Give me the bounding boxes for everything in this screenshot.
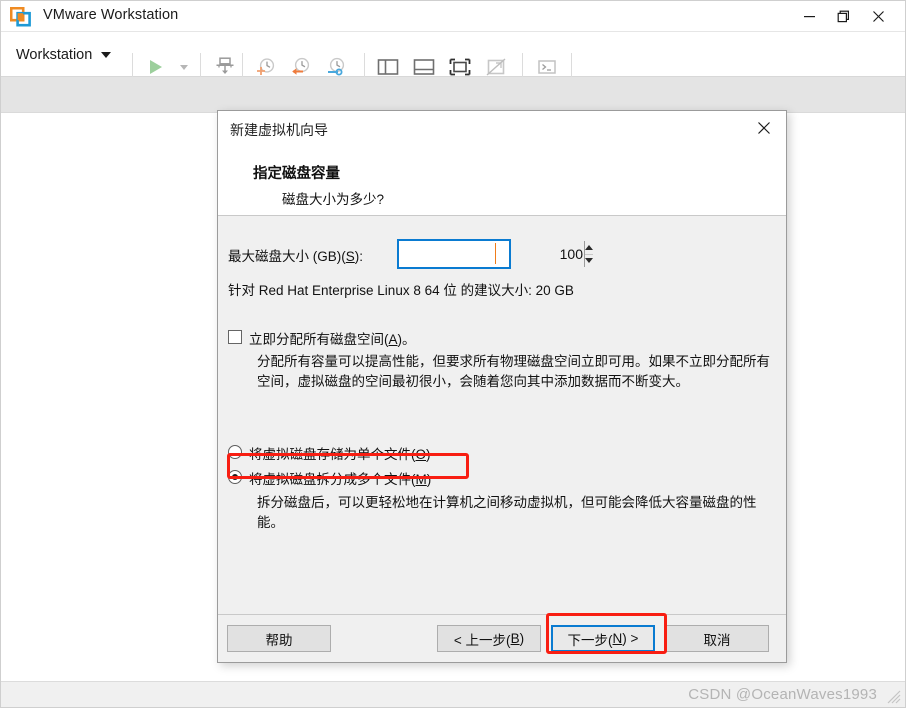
split-multiple-files-label: 将虚拟磁盘拆分成多个文件(M) <box>249 468 431 488</box>
max-disk-size-mnemonic: S <box>345 249 355 264</box>
console-icon <box>535 57 559 77</box>
cancel-button[interactable]: 取消 <box>665 625 769 652</box>
split-multiple-files-label-post: ) <box>426 472 432 487</box>
take-snapshot-icon <box>255 57 277 77</box>
next-button[interactable]: 下一步(N) > <box>551 625 655 652</box>
wizard-titlebar: 新建虚拟机向导 <box>218 111 786 145</box>
tab-band <box>1 77 905 113</box>
allocate-all-label: 立即分配所有磁盘空间(A)。 <box>249 328 416 348</box>
toolbar-separator <box>132 53 133 79</box>
next-label-pre: 下一步( <box>567 632 613 648</box>
show-thumbnail-bar-icon <box>412 57 436 77</box>
spinner-buttons <box>584 241 593 267</box>
max-disk-size-spinner[interactable] <box>397 239 593 269</box>
minimize-button[interactable] <box>792 1 826 31</box>
spinner-up-icon <box>585 244 593 250</box>
allocate-all-label-post: )。 <box>397 332 416 347</box>
show-library-icon <box>376 57 400 77</box>
minimize-icon <box>803 10 816 23</box>
main-toolbar: Workstation <box>1 32 905 79</box>
workstation-menu-label: Workstation <box>16 47 93 63</box>
toolbar-separator <box>242 53 243 79</box>
wizard-title: 新建虚拟机向导 <box>230 122 328 138</box>
wizard-heading: 指定磁盘容量 <box>253 166 340 182</box>
power-dropdown-caret-icon <box>180 64 188 70</box>
spinner-up-button[interactable] <box>585 241 593 255</box>
split-multiple-files-radio[interactable] <box>228 470 242 484</box>
restore-icon <box>837 10 850 23</box>
wizard-subheading: 磁盘大小为多少? <box>282 192 385 207</box>
revert-snapshot-icon <box>290 57 312 77</box>
allocate-all-description: 分配所有容量可以提高性能，但要求所有物理磁盘空间立即可用。如果不立即分配所有空间… <box>257 354 770 389</box>
toolbar-separator <box>364 53 365 79</box>
resize-grip-icon[interactable] <box>887 690 901 704</box>
maximize-restore-button[interactable] <box>826 1 860 31</box>
vmware-workstation-window: VMware Workstation Workstation CSDN @Oce… <box>0 0 906 708</box>
back-button[interactable]: < 上一步(B) <box>437 625 541 652</box>
max-disk-size-label-post: ): <box>354 249 364 264</box>
toolbar-separator <box>522 53 523 79</box>
split-multiple-files-mnemonic: M <box>415 472 427 487</box>
max-disk-size-row: 最大磁盘大小 (GB)(S): <box>228 239 768 269</box>
wizard-close-button[interactable] <box>742 111 786 145</box>
close-button[interactable] <box>861 1 895 31</box>
new-virtual-machine-wizard-dialog: 新建虚拟机向导 指定磁盘容量 磁盘大小为多少? 最大磁盘大小 (GB)(S): <box>217 110 787 663</box>
split-multiple-files-label-pre: 将虚拟磁盘拆分成多个文件( <box>249 472 416 487</box>
store-single-file-label-post: ) <box>426 447 431 462</box>
split-files-description: 拆分磁盘后，可以更轻松地在计算机之间移动虚拟机，但可能会降低大容量磁盘的性能。 <box>257 495 757 530</box>
power-on-icon <box>146 58 166 76</box>
recommended-size-text: 针对 Red Hat Enterprise Linux 8 64 位 的建议大小… <box>228 283 574 298</box>
spinner-down-icon <box>585 258 593 264</box>
max-disk-size-label-pre: 最大磁盘大小 (GB)( <box>228 249 346 264</box>
store-single-file-label: 将虚拟磁盘存储为单个文件(O) <box>249 443 431 463</box>
watermark-text: CSDN @OceanWaves1993 <box>688 686 877 703</box>
back-label-post: ) <box>519 631 525 646</box>
manage-vm-icon <box>214 57 236 77</box>
workstation-menu-button[interactable]: Workstation <box>12 43 115 67</box>
store-single-file-label-pre: 将虚拟磁盘存储为单个文件( <box>249 447 416 462</box>
status-bar: CSDN @OceanWaves1993 <box>1 681 905 707</box>
next-label-post: ) > <box>622 631 639 646</box>
allocate-all-checkbox[interactable] <box>228 330 242 344</box>
store-single-file-radio[interactable] <box>228 445 242 459</box>
allocate-all-mnemonic: A <box>388 332 398 347</box>
unity-mode-icon <box>484 57 508 77</box>
close-icon <box>872 10 885 23</box>
vmware-logo-icon <box>10 7 31 27</box>
toolbar-separator <box>571 53 572 79</box>
window-titlebar: VMware Workstation <box>1 1 905 32</box>
snapshot-manager-icon <box>325 57 347 77</box>
store-single-file-mnemonic: O <box>415 447 427 462</box>
max-disk-size-input[interactable] <box>399 241 584 267</box>
wizard-footer: 帮助 < 上一步(B) 下一步(N) > 取消 <box>218 614 786 662</box>
spinner-down-button[interactable] <box>585 254 593 267</box>
close-icon <box>757 121 771 135</box>
full-screen-icon <box>448 57 472 77</box>
text-cursor <box>495 243 496 264</box>
next-mnemonic: N <box>612 631 623 646</box>
chevron-down-icon <box>101 52 112 58</box>
allocate-all-label-pre: 立即分配所有磁盘空间( <box>249 332 389 347</box>
wizard-header: 指定磁盘容量 磁盘大小为多少? <box>218 145 786 216</box>
toolbar-separator <box>200 53 201 79</box>
wizard-body: 最大磁盘大小 (GB)(S): 针对 Red Hat Enterprise Li… <box>218 217 786 614</box>
max-disk-size-label: 最大磁盘大小 (GB)(S): <box>228 245 363 265</box>
back-mnemonic: B <box>510 631 520 646</box>
app-title: VMware Workstation <box>43 7 179 23</box>
back-label-pre: < 上一步( <box>453 632 511 648</box>
help-button[interactable]: 帮助 <box>227 625 331 652</box>
